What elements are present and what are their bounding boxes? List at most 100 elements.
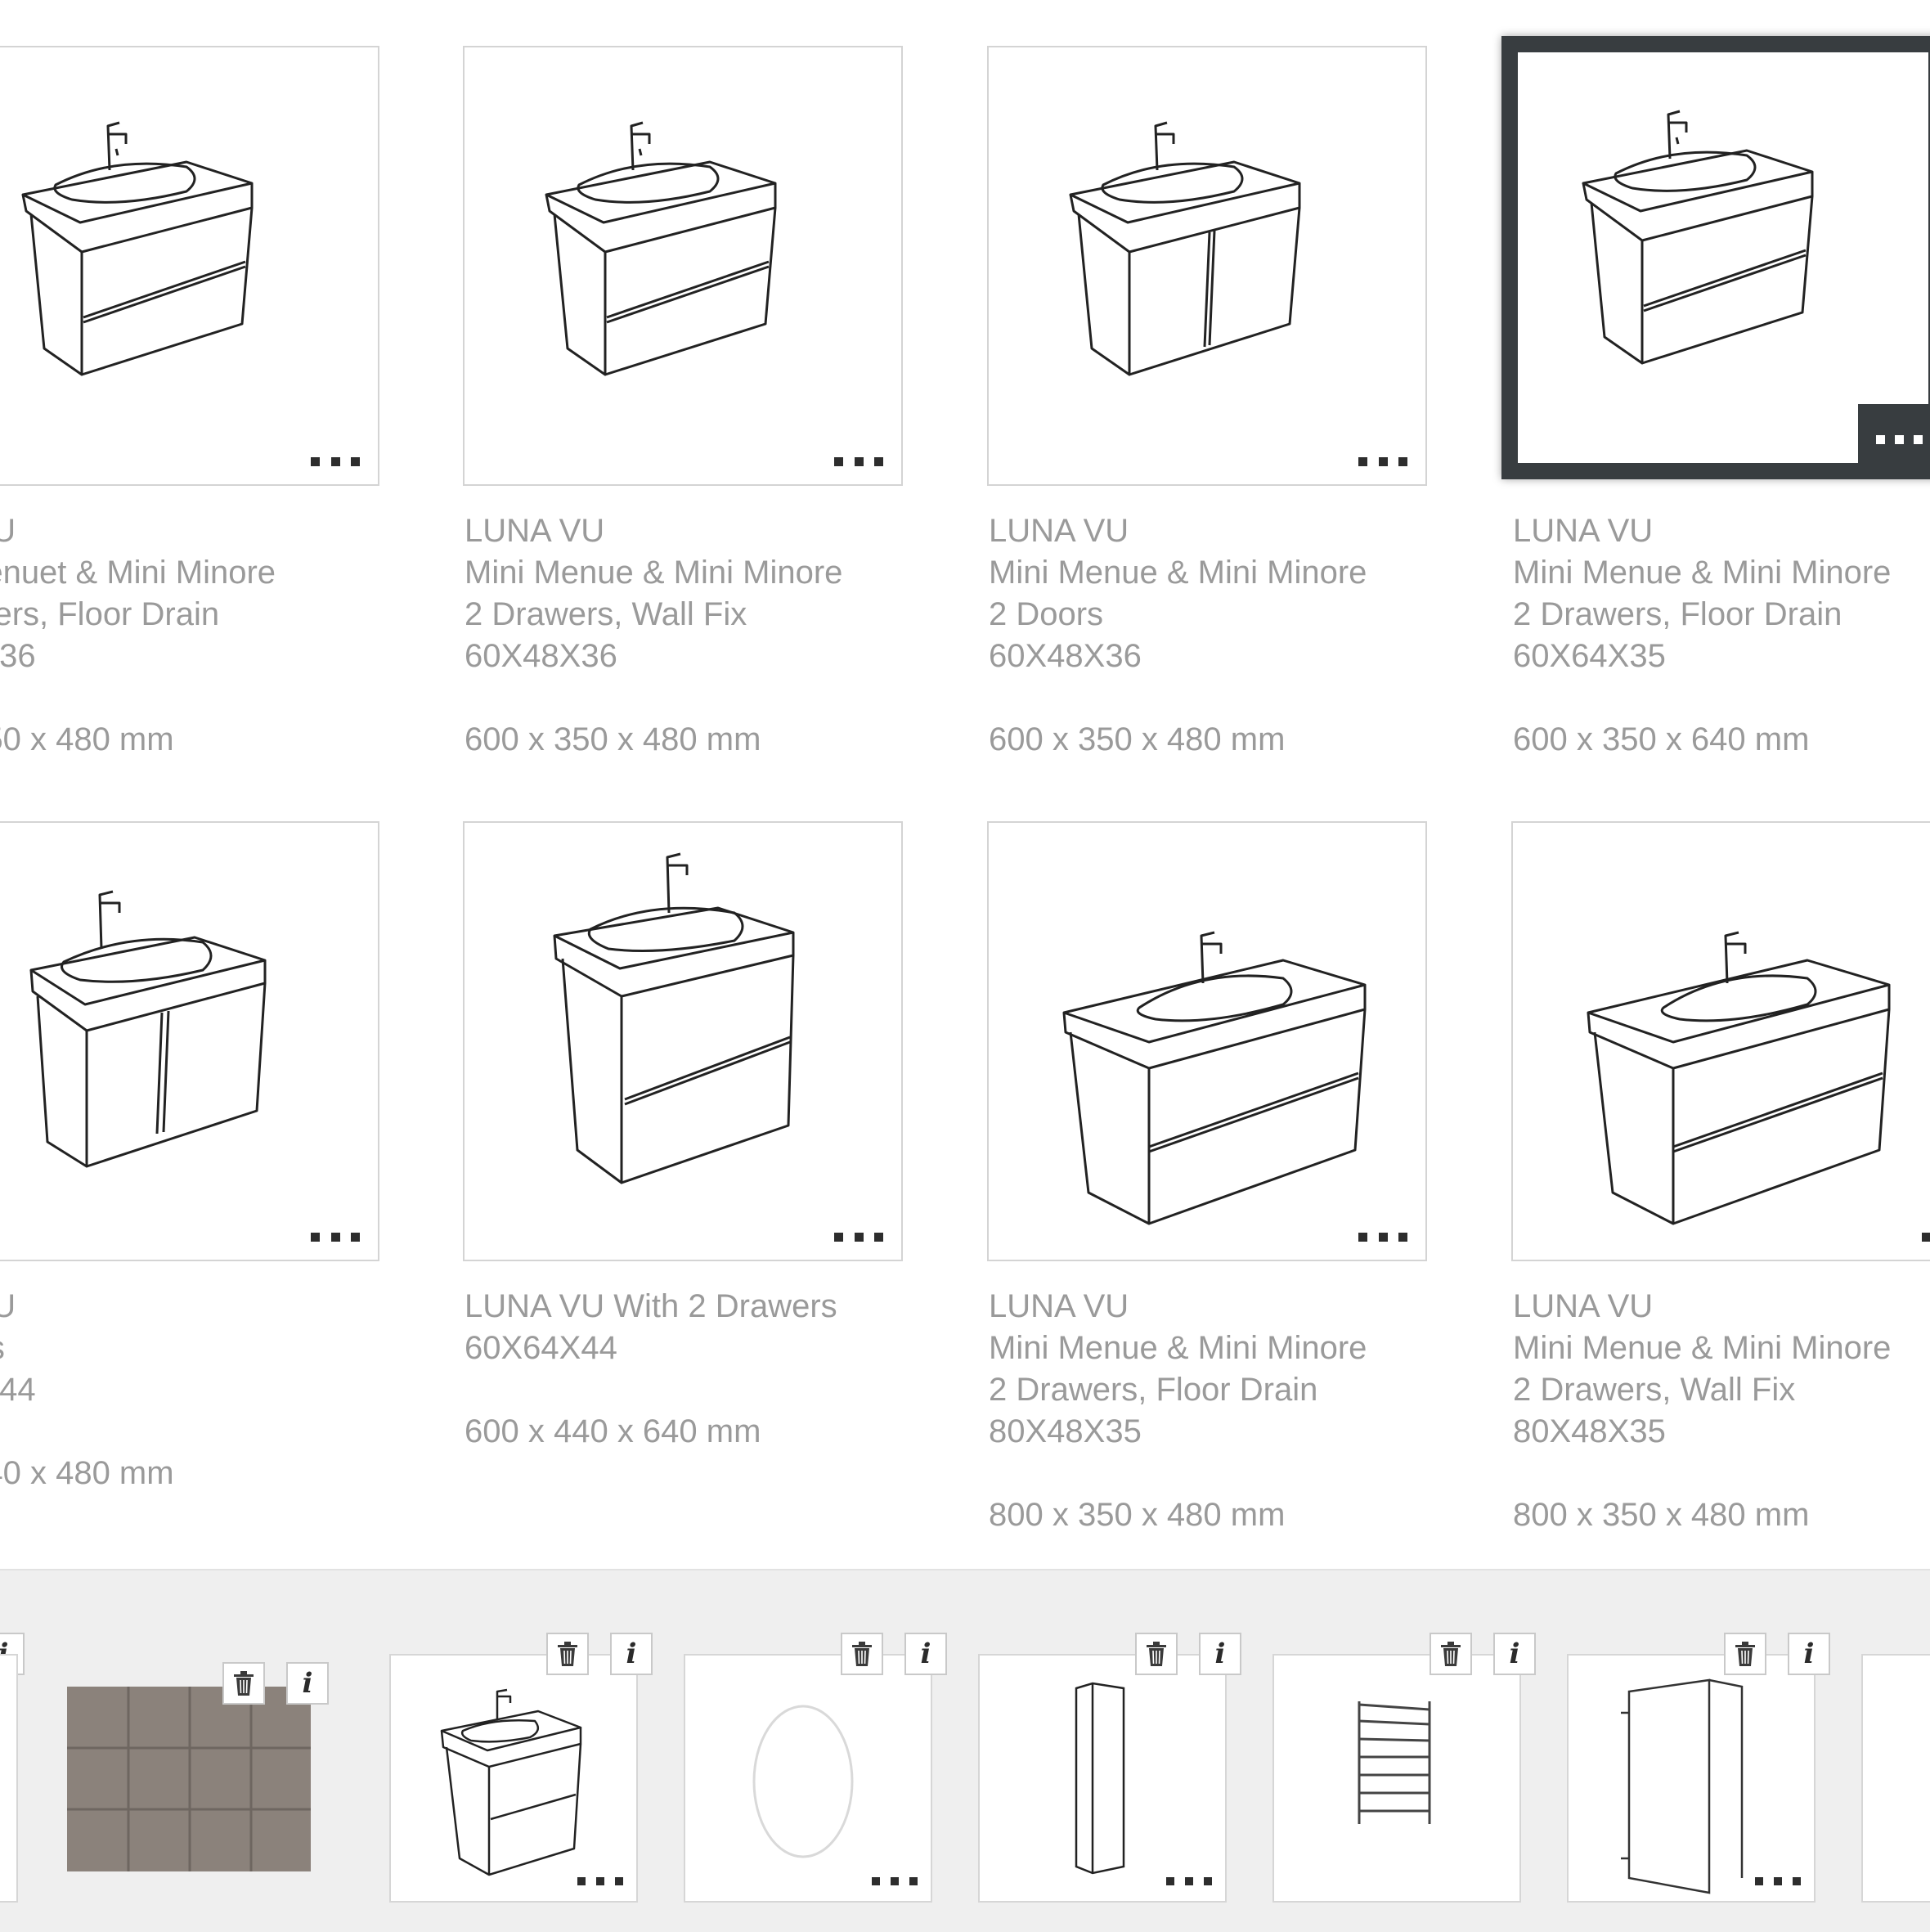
product-code: 48X44 [0, 1372, 36, 1408]
info-icon: i [626, 1638, 637, 1670]
product-thumbnail[interactable] [987, 821, 1427, 1261]
product-info: LUNA VU Mini Menue & Mini Minore 2 Drawe… [1513, 1286, 1930, 1536]
product-dimensions: 800 x 350 x 480 mm [1513, 1497, 1810, 1533]
product-code: 60X48X36 [989, 638, 1142, 674]
product-info: LUNA VU Mini Menue & Mini Minore 2 Doors… [989, 510, 1545, 761]
product-info: LUNA VU With 2 Drawers 60X64X44 600 x 44… [465, 1286, 1021, 1453]
delete-button[interactable] [1135, 1633, 1178, 1675]
product-code: 48X36 [0, 638, 36, 674]
product-variant: oors [0, 1328, 497, 1369]
more-options-button[interactable] [1755, 1873, 1801, 1889]
product-dimensions: 800 x 350 x 480 mm [989, 1497, 1286, 1533]
product-series: Mini Menue & Mini Minore [989, 1330, 1367, 1366]
product-info: A VU oors 48X44 x 440 x 480 mm [0, 1286, 497, 1494]
product-brand: LUNA VU [989, 1288, 1129, 1324]
info-icon: i [1214, 1638, 1226, 1670]
product-dimensions: x 350 x 480 mm [0, 721, 174, 757]
product-thumbnail[interactable] [0, 46, 379, 486]
more-options-button[interactable] [577, 1873, 623, 1889]
more-options-button[interactable] [872, 1873, 918, 1889]
product-info: A VU i Menuet & Mini Minore rawers, Floo… [0, 510, 497, 761]
trash-icon [556, 1641, 579, 1667]
more-options-button[interactable] [834, 453, 883, 470]
info-button[interactable]: i [286, 1662, 329, 1705]
product-brand: LUNA VU [1513, 1288, 1654, 1324]
product-variant: 2 Drawers, Wall Fix [465, 596, 747, 632]
tray-slot[interactable] [978, 1654, 1227, 1903]
product-series: Mini Menue & Mini Minore [989, 555, 1367, 591]
vanity-2-drawers-icon [0, 47, 378, 484]
tray-slot[interactable] [389, 1654, 638, 1903]
delete-button[interactable] [1724, 1633, 1766, 1675]
product-dimensions: 600 x 350 x 480 mm [465, 721, 761, 757]
product-brand: A VU [0, 513, 16, 549]
vanity-2-doors-icon [989, 47, 1425, 484]
product-variant: 2 Doors [989, 596, 1104, 632]
product-dimensions: 600 x 350 x 480 mm [989, 721, 1286, 757]
info-button[interactable]: i [1788, 1633, 1830, 1675]
product-dimensions: 600 x 350 x 640 mm [1513, 721, 1810, 757]
product-brand: LUNA VU With 2 Drawers [465, 1288, 837, 1324]
product-code: 80X48X35 [989, 1413, 1142, 1449]
product-thumbnail[interactable] [0, 821, 379, 1261]
more-options-button[interactable] [1858, 404, 1930, 474]
shower-screen-icon [1621, 1678, 1744, 1894]
product-series: i Menuet & Mini Minore [0, 555, 276, 591]
more-options-button[interactable] [1358, 453, 1407, 470]
info-button[interactable]: i [1199, 1633, 1241, 1675]
more-options-button[interactable] [311, 1229, 360, 1245]
info-button[interactable]: i [1493, 1633, 1536, 1675]
more-options-button[interactable] [1166, 1873, 1212, 1889]
more-options-button[interactable] [834, 1229, 883, 1245]
product-brand: A VU [0, 1288, 16, 1324]
tray-slot-partial[interactable] [0, 1654, 18, 1903]
tall-cabinet-icon [1075, 1682, 1125, 1875]
product-thumbnail[interactable] [1501, 36, 1930, 479]
more-options-button[interactable] [1922, 1229, 1930, 1245]
product-variant: 2 Drawers, Wall Fix [1513, 1372, 1796, 1408]
wall-tile-icon[interactable] [67, 1687, 311, 1871]
info-icon: i [302, 1667, 313, 1700]
product-variant: rawers, Floor Drain [0, 596, 220, 632]
trash-icon [232, 1670, 255, 1696]
delete-button[interactable] [1430, 1633, 1472, 1675]
product-series: Mini Menue & Mini Minore [465, 555, 843, 591]
more-options-button[interactable] [1358, 1229, 1407, 1245]
product-code: 60X64X35 [1513, 638, 1666, 674]
info-icon: i [920, 1638, 931, 1670]
trash-icon [1439, 1641, 1462, 1667]
vanity-2-doors-icon [0, 823, 378, 1260]
trash-icon [1734, 1641, 1757, 1667]
product-dimensions: 600 x 440 x 640 mm [465, 1413, 761, 1449]
product-brand: LUNA VU [1513, 513, 1654, 549]
tray-slot-partial[interactable] [1861, 1654, 1930, 1903]
more-options-button[interactable] [311, 453, 360, 470]
tray-slot[interactable] [684, 1654, 932, 1903]
product-thumbnail[interactable] [463, 821, 903, 1261]
product-brand: LUNA VU [465, 513, 605, 549]
product-catalog: A VU i Menuet & Mini Minore rawers, Floo… [0, 0, 1930, 1569]
info-button[interactable]: i [610, 1633, 653, 1675]
round-mirror-icon [752, 1705, 854, 1858]
product-series: Mini Menue & Mini Minore [1513, 555, 1892, 591]
info-button[interactable]: i [904, 1633, 947, 1675]
tray-slot[interactable] [1567, 1654, 1816, 1903]
product-brand: LUNA VU [989, 513, 1129, 549]
vanity-wide-2-drawers-icon [989, 823, 1425, 1260]
product-variant: 2 Drawers, Floor Drain [1513, 596, 1842, 632]
product-thumbnail[interactable] [1511, 821, 1930, 1261]
trash-icon [1145, 1641, 1168, 1667]
delete-button[interactable] [546, 1633, 589, 1675]
product-info: LUNA VU Mini Menue & Mini Minore 2 Drawe… [1513, 510, 1930, 761]
vanity-icon [440, 1688, 582, 1876]
product-thumbnail[interactable] [987, 46, 1427, 486]
product-series: Mini Menue & Mini Minore [1513, 1330, 1892, 1366]
delete-button[interactable] [841, 1633, 883, 1675]
product-code: 80X48X35 [1513, 1413, 1666, 1449]
info-icon: i [1509, 1638, 1520, 1670]
delete-button[interactable] [222, 1662, 265, 1705]
tray-slot[interactable] [1272, 1654, 1521, 1903]
vanity-wide-2-drawers-icon [1513, 823, 1930, 1260]
info-icon: i [1803, 1638, 1815, 1670]
product-thumbnail[interactable] [463, 46, 903, 486]
